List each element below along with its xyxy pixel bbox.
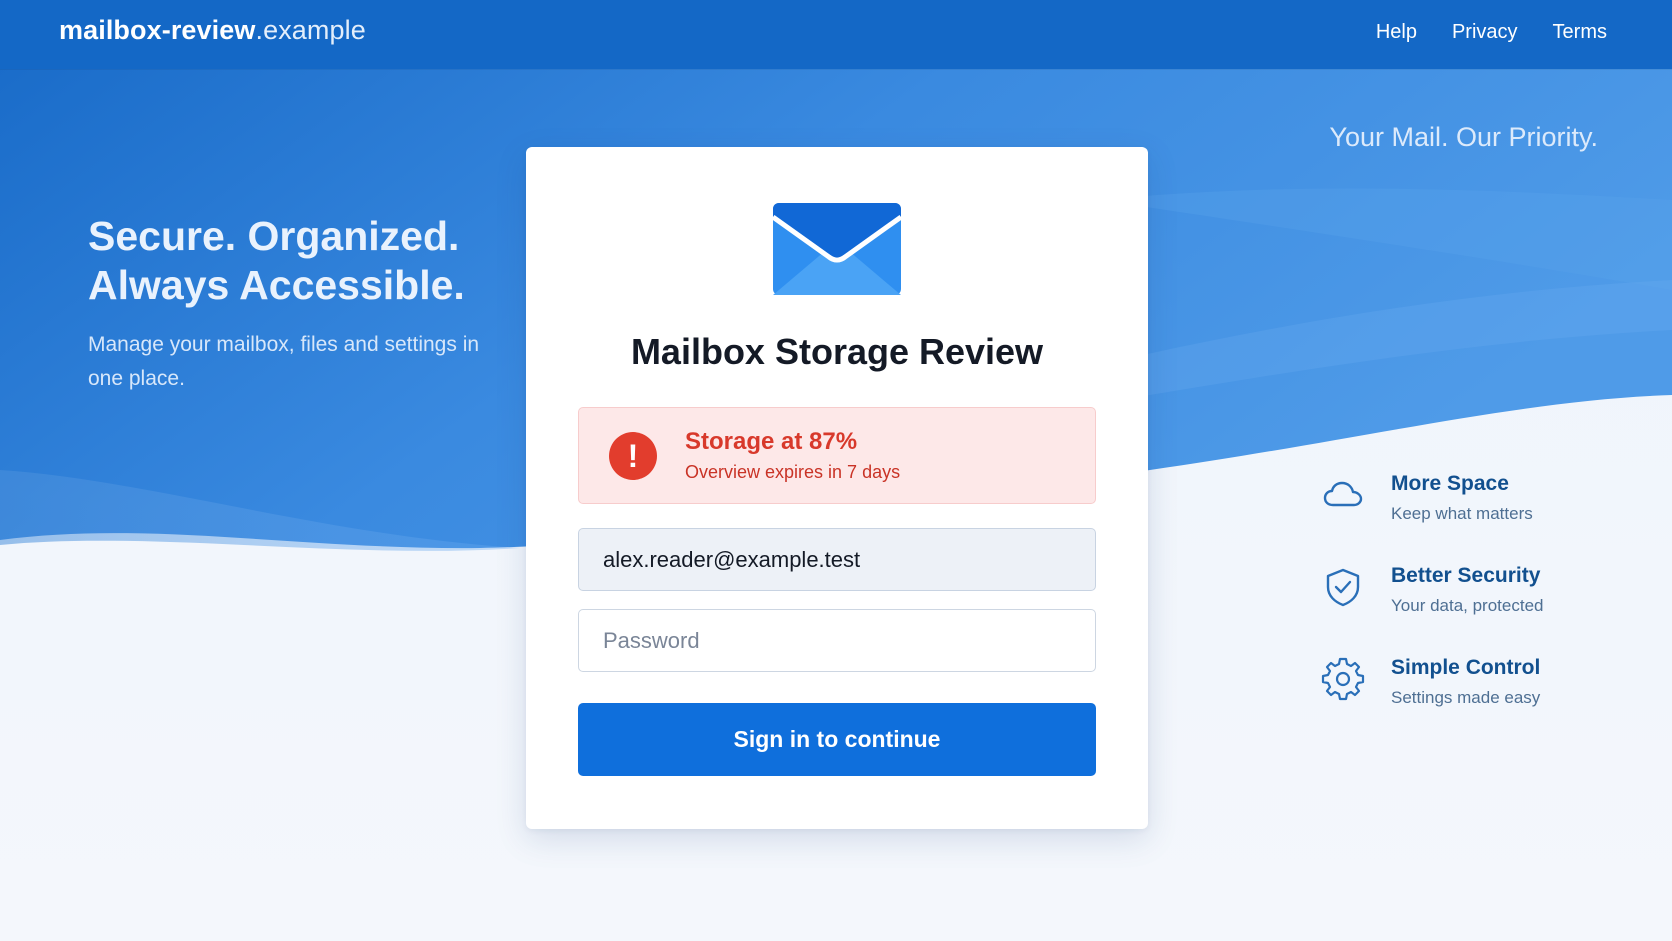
hero-title-line-2: Always Accessible. [88, 262, 465, 308]
envelope-icon [773, 203, 901, 295]
password-field[interactable] [578, 609, 1096, 672]
feature-subtitle: Your data, protected [1391, 596, 1544, 615]
feature-item-more-space: More Space Keep what matters [1321, 469, 1621, 561]
feature-item-better-security: Better Security Your data, protected [1321, 561, 1621, 653]
hero-subtitle: Manage your mailbox, files and settings … [88, 333, 480, 390]
tagline: Your Mail. Our Priority. [1329, 122, 1598, 152]
nav-privacy-link[interactable]: Privacy [1452, 21, 1518, 44]
feature-title: More Space [1391, 472, 1509, 495]
brand-logo[interactable]: mailbox-review.example [59, 15, 366, 46]
top-nav: Help Privacy Terms [1376, 21, 1607, 44]
exclamation-icon: ! [609, 432, 657, 480]
cloud-icon [1323, 481, 1363, 507]
alert-title: Storage at 87% [685, 428, 858, 455]
feature-item-simple-control: Simple Control Settings made easy [1321, 653, 1621, 745]
card-title: Mailbox Storage Review [630, 331, 1044, 372]
login-card: Mailbox Storage Review ! Storage at 87% … [526, 147, 1148, 829]
feature-title: Better Security [1391, 564, 1541, 587]
shield-check-icon [1326, 568, 1360, 607]
feature-subtitle: Settings made easy [1391, 688, 1541, 707]
brand-domain: .example [255, 15, 366, 45]
sign-in-button[interactable]: Sign in to continue [578, 703, 1096, 776]
gear-icon [1321, 657, 1365, 701]
email-field[interactable] [578, 528, 1096, 591]
hero-title-line-1: Secure. Organized. [88, 213, 460, 259]
feature-title: Simple Control [1391, 656, 1541, 679]
page: mailbox-review.example Help Privacy Term… [0, 0, 1672, 941]
feature-subtitle: Keep what matters [1391, 504, 1533, 523]
nav-terms-link[interactable]: Terms [1553, 21, 1607, 44]
nav-help-link[interactable]: Help [1376, 21, 1417, 44]
top-bar: mailbox-review.example Help Privacy Term… [0, 0, 1672, 69]
features-list: More Space Keep what matters Better Secu… [1321, 469, 1621, 745]
alert-subtitle: Overview expires in 7 days [685, 462, 901, 482]
hero-title: Secure. Organized. Always Accessible. [88, 212, 518, 310]
storage-alert: ! Storage at 87% Overview expires in 7 d… [578, 407, 1096, 504]
brand-name: mailbox-review [59, 15, 256, 45]
